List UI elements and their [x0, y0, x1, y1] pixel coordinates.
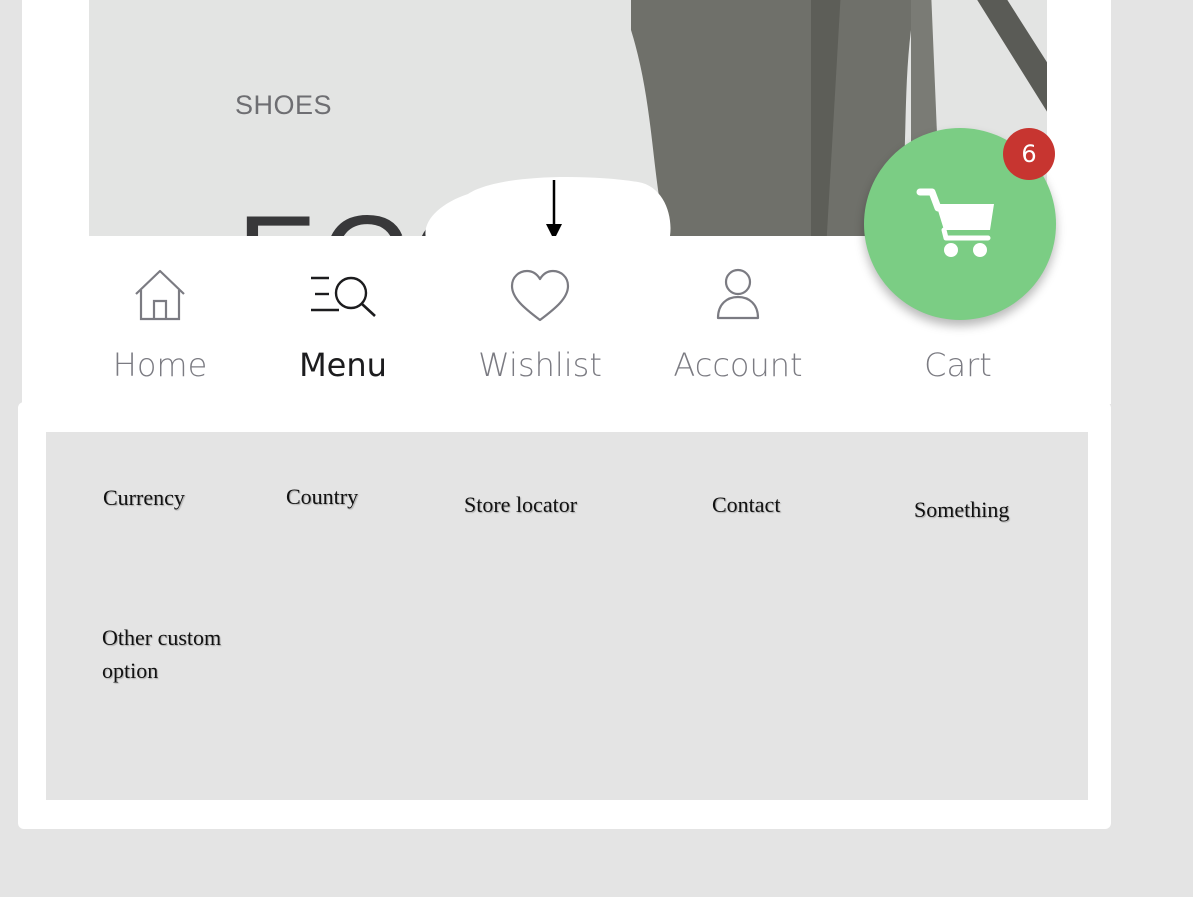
heart-icon [510, 269, 570, 322]
menu-panel: Currency Country Store locator Contact S… [18, 402, 1111, 829]
hero-category-label: SHOES [235, 90, 333, 120]
menu-option-contact[interactable]: Contact [712, 488, 780, 521]
nav-label-home: Home [112, 346, 208, 384]
menu-option-store-locator[interactable]: Store locator [464, 488, 577, 521]
cart-icon [916, 188, 994, 257]
menu-option-country[interactable]: Country [286, 480, 358, 513]
user-icon [716, 268, 760, 320]
menu-options-grid: Currency Country Store locator Contact S… [46, 432, 1088, 800]
menu-search-icon [311, 276, 376, 317]
menu-option-something[interactable]: Something [914, 493, 1009, 526]
home-icon [135, 269, 185, 321]
cart-count-badge: 6 [1003, 128, 1055, 180]
nav-item-home[interactable]: Home [80, 236, 240, 404]
nav-label-wishlist: Wishlist [478, 346, 602, 384]
nav-label-menu: Menu [299, 346, 387, 384]
nav-label-cart: Cart [924, 346, 992, 384]
nav-item-account[interactable]: Account [658, 236, 818, 404]
menu-option-other-custom[interactable]: Other custom option [102, 621, 262, 687]
nav-item-menu[interactable]: Menu [263, 236, 423, 404]
nav-item-wishlist[interactable]: Wishlist [460, 236, 620, 404]
nav-label-account: Account [673, 346, 803, 384]
menu-option-currency[interactable]: Currency [103, 481, 185, 514]
annotation-arrow-icon [546, 180, 562, 240]
